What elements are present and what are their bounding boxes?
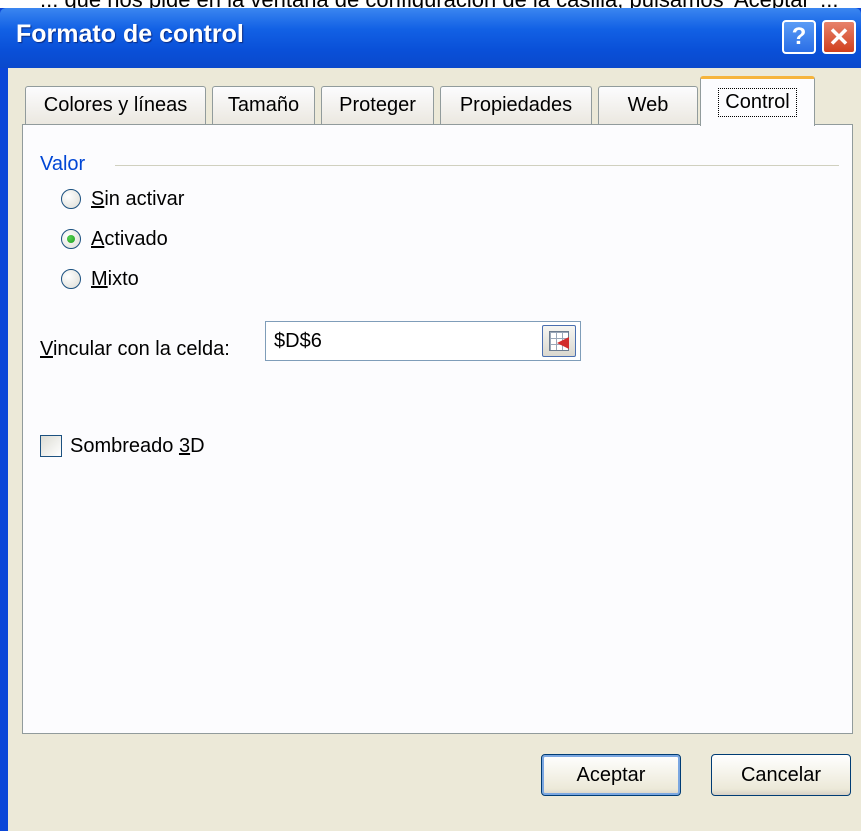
tab-label: Propiedades <box>459 94 573 116</box>
tab-label: Colores y líneas <box>43 94 188 116</box>
group-divider <box>115 165 839 166</box>
tab-tamano[interactable]: Tamaño <box>212 86 315 124</box>
control-tab-panel: Valor Sin activar Activado Mixto Vincula… <box>22 124 853 734</box>
radio-label: Mixto <box>91 267 139 290</box>
link-cell-label: Vincular con la celda: <box>40 338 230 360</box>
shading-3d-checkbox-row[interactable]: Sombreado 3D <box>40 432 205 460</box>
tab-label: Proteger <box>339 94 416 116</box>
tab-label: Web <box>627 94 669 116</box>
group-label-valor: Valor <box>40 153 86 175</box>
shading-3d-checkbox[interactable] <box>40 435 62 457</box>
title-bar[interactable]: Formato de control ? ✕ <box>0 8 861 68</box>
radio-mixto[interactable]: Mixto <box>61 265 139 293</box>
shading-3d-label: Sombreado 3D <box>70 434 205 457</box>
cancel-button[interactable]: Cancelar <box>711 754 851 796</box>
dialog-title: Formato de control <box>16 20 244 48</box>
radio-button[interactable] <box>61 269 81 289</box>
arrow-icon <box>557 337 569 349</box>
radio-button-checked[interactable] <box>61 229 81 249</box>
tab-colores-y-lineas[interactable]: Colores y líneas <box>25 86 206 124</box>
tab-proteger[interactable]: Proteger <box>321 86 434 124</box>
close-button[interactable]: ✕ <box>822 20 856 54</box>
tab-web[interactable]: Web <box>598 86 698 124</box>
radio-activado[interactable]: Activado <box>61 225 168 253</box>
tab-control[interactable]: Control <box>700 76 815 126</box>
link-cell-input[interactable]: $D$6 <box>265 321 581 361</box>
dialog-window: Formato de control ? ✕ Colores y líneas … <box>0 8 861 831</box>
help-icon: ? <box>791 23 807 50</box>
radio-label: Sin activar <box>91 187 185 210</box>
tab-label: Control <box>718 88 797 117</box>
radio-label: Activado <box>91 227 168 250</box>
ok-button[interactable]: Aceptar <box>541 754 681 796</box>
dialog-body: Colores y líneas Tamaño Proteger Propied… <box>8 68 861 831</box>
tab-propiedades[interactable]: Propiedades <box>440 86 592 124</box>
radio-button[interactable] <box>61 189 81 209</box>
help-button[interactable]: ? <box>782 20 816 54</box>
tab-label: Tamaño <box>227 94 300 116</box>
close-icon: ✕ <box>828 21 850 52</box>
cell-reference-button[interactable] <box>542 325 576 357</box>
radio-sin-activar[interactable]: Sin activar <box>61 185 184 213</box>
